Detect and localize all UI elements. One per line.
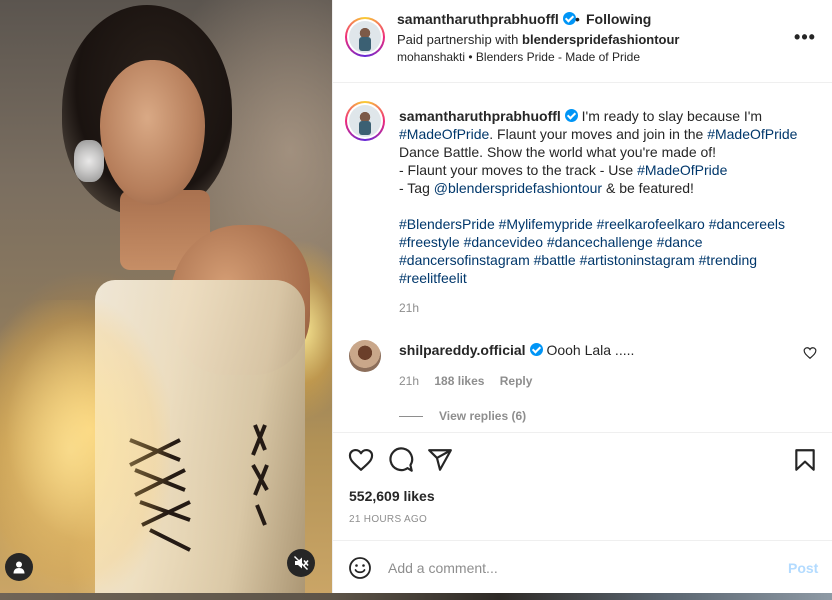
caption-author-link[interactable]: samantharuthprabhuoffl [399,108,578,124]
more-options-button[interactable]: ••• [793,25,817,49]
feed-background-strip [0,593,832,600]
caption-hashtag-link[interactable]: #dancechallenge [547,234,653,250]
comment-reply-button[interactable]: Reply [500,374,533,388]
post-likes-count[interactable]: 552,609 likes [349,488,435,504]
comment-like-heart-icon[interactable] [803,346,817,360]
verified-badge-icon [564,109,578,122]
verified-badge-icon [562,12,576,25]
mute-toggle-button[interactable] [287,549,315,577]
caption-text-segment: I'm ready to slay because I'm [581,108,763,124]
media-image-lacing-right [251,424,269,526]
caption-hashtag-link[interactable]: #artistoninstagram [580,252,695,268]
caption-hashtag-link[interactable]: #freestyle [399,234,460,250]
speech-bubble-icon[interactable] [388,447,414,473]
view-replies-button[interactable]: View replies (6) [399,409,526,423]
post-media[interactable] [0,0,332,593]
caption-author-avatar[interactable] [345,101,385,141]
commenter-avatar[interactable] [349,340,381,372]
caption-hashtag-link[interactable]: #MadeOfPride [399,126,489,142]
caption-hashtag-link[interactable]: #Mylifemypride [499,216,593,232]
caption-hashtag-link[interactable]: #battle [534,252,576,268]
following-button[interactable]: Following [586,11,651,27]
caption-hashtag-link[interactable]: #dancereels [709,216,785,232]
audio-link[interactable]: mohanshakti • Blenders Pride - Made of P… [397,50,640,64]
user-icon [13,561,25,574]
caption-text-segment: & be featured! [605,180,694,196]
comment-meta: 21h 188 likes Reply [399,374,544,388]
post-details-panel: samantharuthprabhuoffl • Following Paid … [332,0,832,593]
caption-text-segment: - Tag [399,180,430,196]
caption-hashtag-link[interactable]: #dancersofinstagram [399,252,530,268]
post-timestamp: 21 HOURS AGO [349,514,428,525]
caption-hashtag-link[interactable]: #BlendersPride [399,216,495,232]
paper-plane-icon[interactable] [427,447,453,473]
caption-mention-link[interactable]: @blenderspridefashiontour [434,180,602,196]
comment-timestamp[interactable]: 21h [399,374,419,388]
comment-item: shilpareddy.official Oooh Lala ..... 21h… [333,330,832,430]
comment-likes-link[interactable]: 188 likes [434,374,484,388]
caption-hashtag-link[interactable]: #MadeOfPride [707,126,797,142]
bookmark-icon[interactable] [792,447,818,473]
caption-hashtag-link[interactable]: #dance [657,234,703,250]
comment-input[interactable] [388,553,768,583]
replies-divider [399,416,423,418]
caption-text: samantharuthprabhuoffl I'm ready to slay… [399,107,819,287]
heart-icon[interactable] [348,447,374,473]
media-image-light [0,300,170,593]
caption-text-segment: . Flaunt your moves and join in the [489,126,708,142]
caption-hashtag-link[interactable]: #dancevideo [464,234,543,250]
partner-link[interactable]: blenderspridefashiontour [522,32,679,47]
author-username-link[interactable]: samantharuthprabhuoffl [397,11,576,27]
muted-speaker-icon [294,556,309,570]
verified-badge-icon [529,343,543,356]
caption-timestamp[interactable]: 21h [399,301,419,315]
caption-hashtag-link[interactable]: #trending [699,252,757,268]
post-comment-button[interactable]: Post [788,560,818,576]
paid-partnership-label: Paid partnership with blenderspridefashi… [397,32,680,47]
tagged-users-button[interactable] [5,553,33,581]
post-actions: 552,609 likes 21 HOURS AGO [333,432,832,540]
caption-hashtag-link[interactable]: #MadeOfPride [637,162,727,178]
comment-text: shilpareddy.official Oooh Lala ..... [399,342,635,358]
author-avatar[interactable] [345,17,385,57]
caption-hashtag-link[interactable]: #reelitfeelit [399,270,467,286]
add-comment-bar: Post [333,540,832,593]
caption-hashtag-link[interactable]: #reelkarofeelkaro [597,216,705,232]
post-header: samantharuthprabhuoffl • Following Paid … [333,0,832,83]
commenter-username-link[interactable]: shilpareddy.official [399,342,543,358]
media-image-earring [74,140,104,182]
smiley-icon[interactable] [348,556,372,580]
separator-dot: • [575,11,580,27]
more-options-icon: ••• [794,26,816,47]
